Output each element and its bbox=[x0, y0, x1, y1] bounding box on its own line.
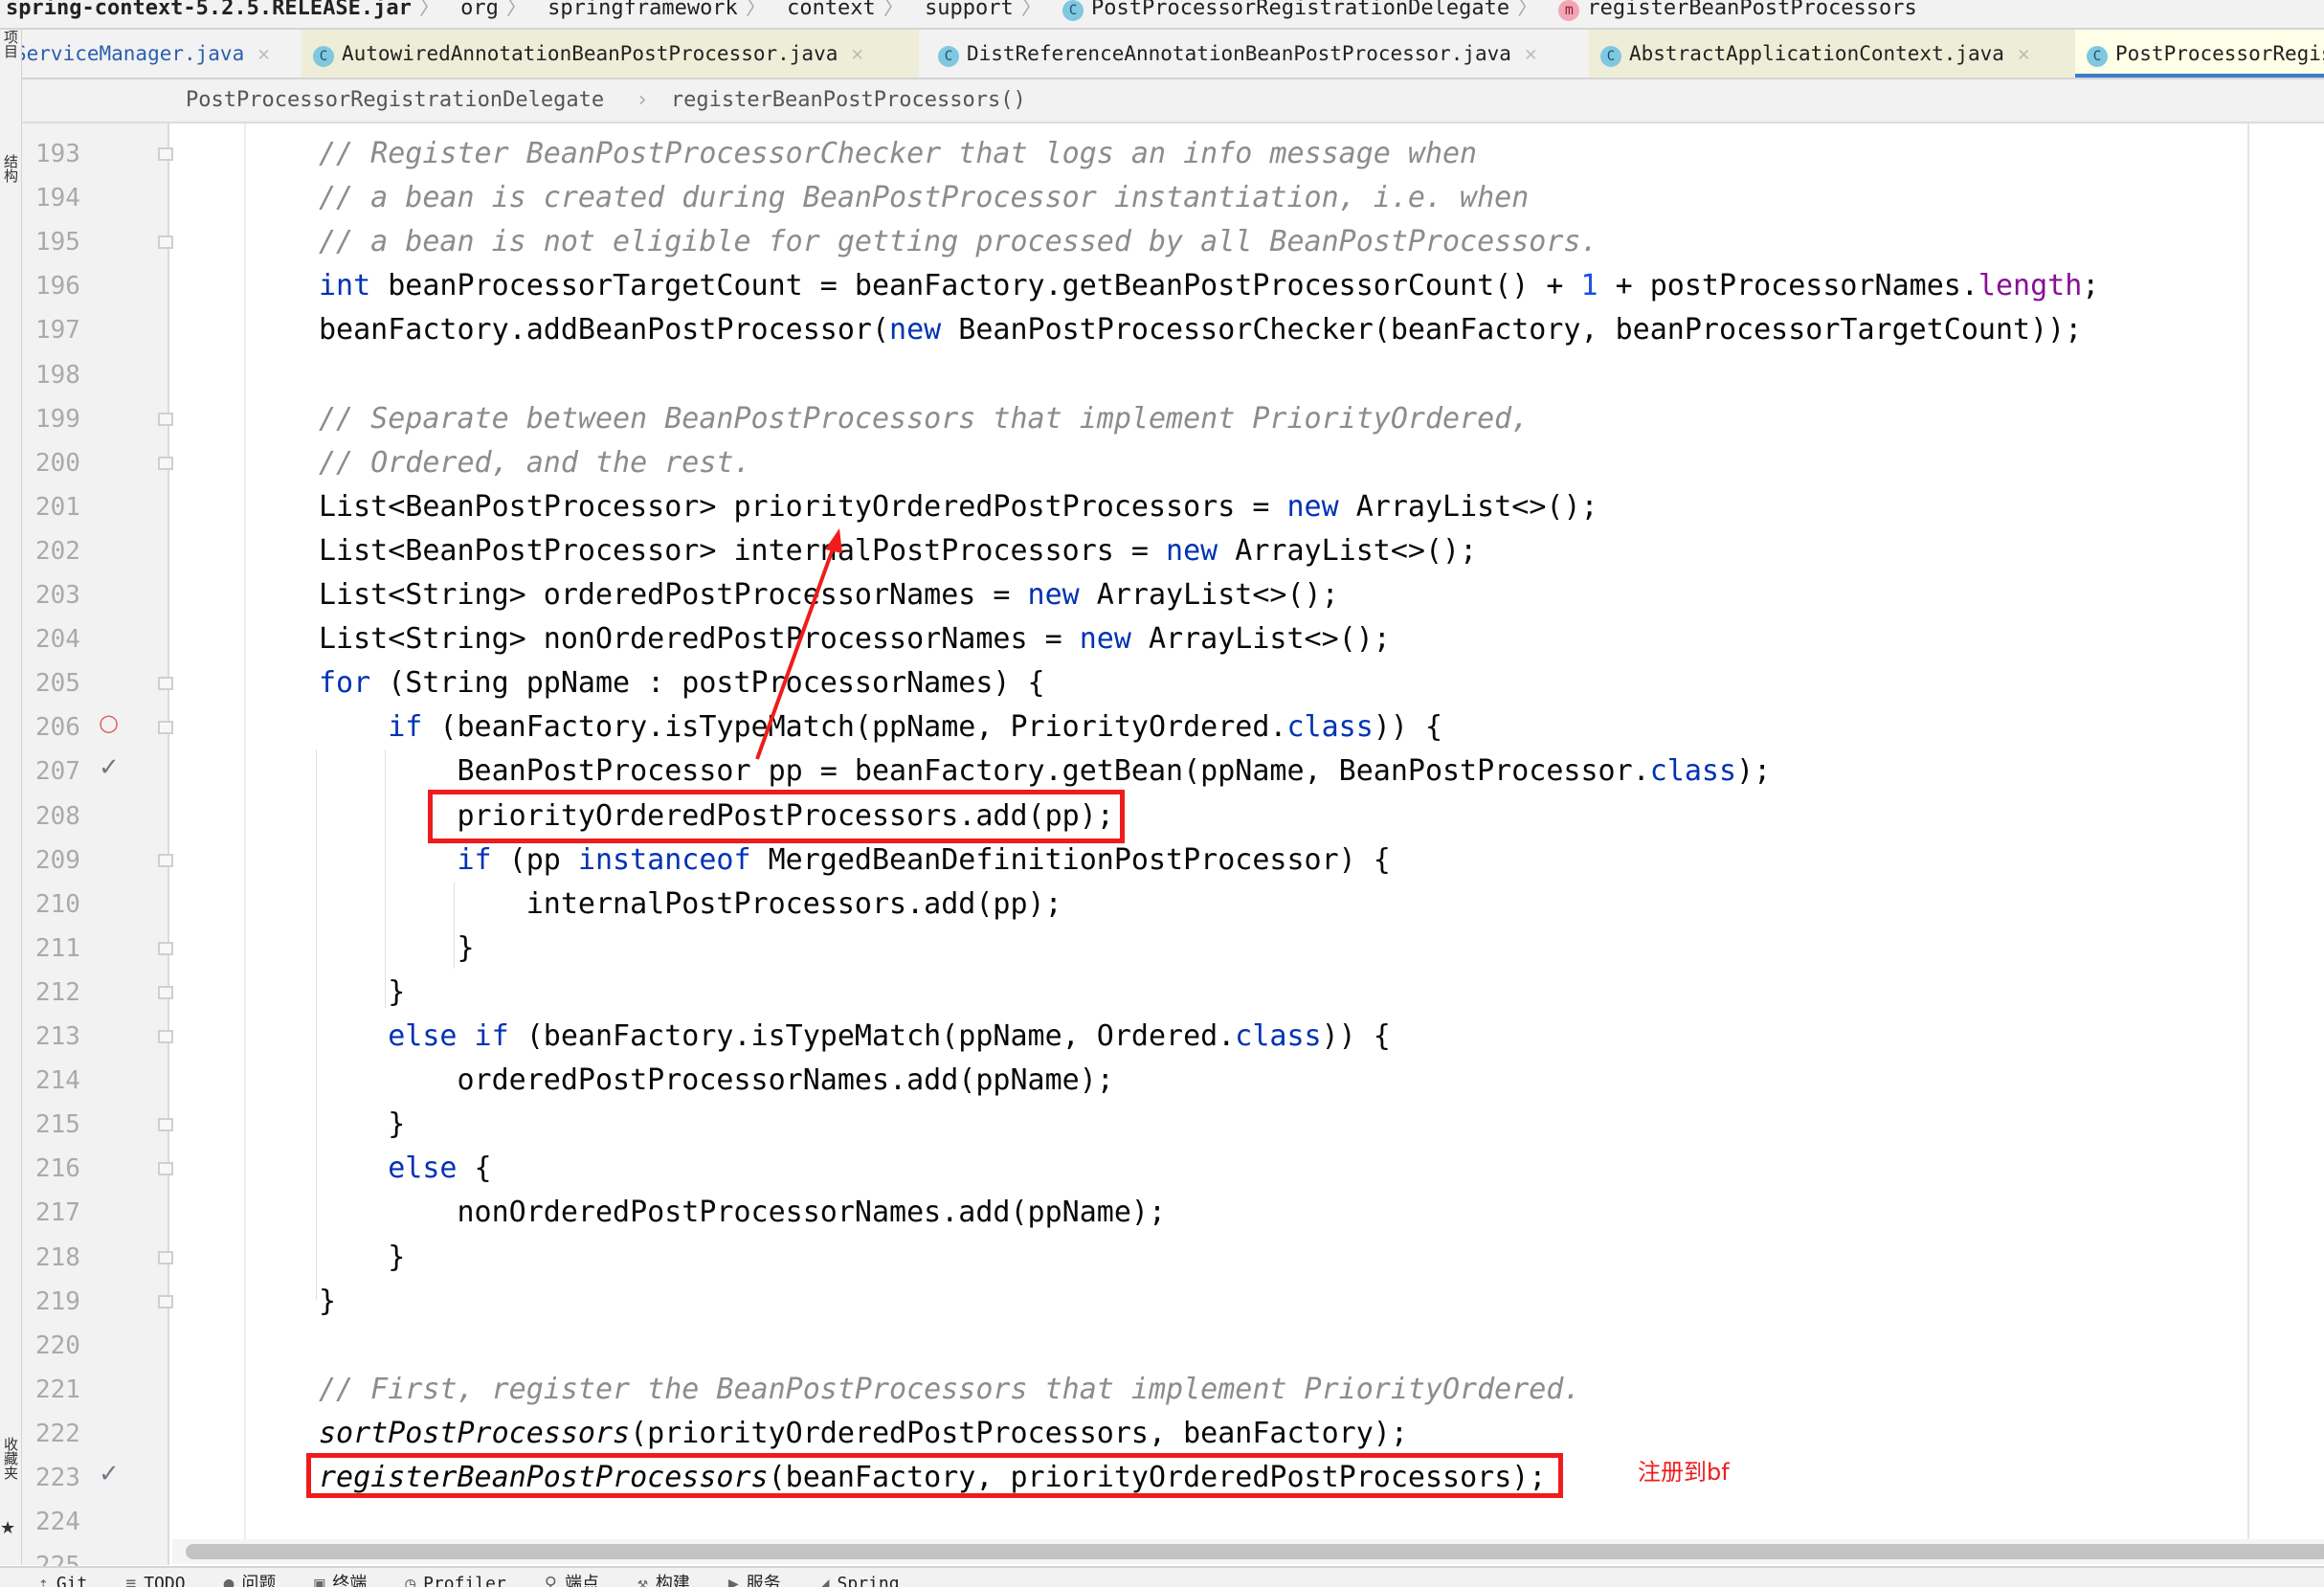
arrow-head bbox=[825, 528, 842, 553]
tool-button-终端[interactable]: ▣ 终端 bbox=[314, 1568, 367, 1587]
tool-button-端点[interactable]: ⚲ 端点 bbox=[545, 1568, 599, 1587]
horizontal-scrollbar[interactable] bbox=[172, 1539, 2324, 1564]
tool-button-服务[interactable]: ▶ 服务 bbox=[728, 1568, 781, 1587]
tool-button-todo[interactable]: ≡ TODO bbox=[125, 1568, 185, 1587]
tool-button-问题[interactable]: ● 问题 bbox=[224, 1568, 277, 1587]
scrollbar-thumb[interactable] bbox=[186, 1544, 2324, 1559]
tool-button-spring[interactable]: ◢ Spring bbox=[819, 1568, 900, 1587]
bottom-tool-bar: ⇡ Git ≡ TODO ● 问题 ▣ 终端 ◷ Profiler ⚲ 端点 ⚒ 构建 ▶ 服务 ◢ Spring bbox=[0, 1566, 2324, 1587]
tool-button-profiler[interactable]: ◷ Profiler bbox=[405, 1568, 506, 1587]
arrow-shaft bbox=[755, 543, 837, 760]
annotation-arrow bbox=[755, 528, 842, 760]
annotation-note: 注册到bf bbox=[1638, 1459, 1730, 1486]
tool-button-构建[interactable]: ⚒ 构建 bbox=[637, 1568, 690, 1587]
tool-button-git[interactable]: ⇡ Git bbox=[38, 1568, 87, 1587]
